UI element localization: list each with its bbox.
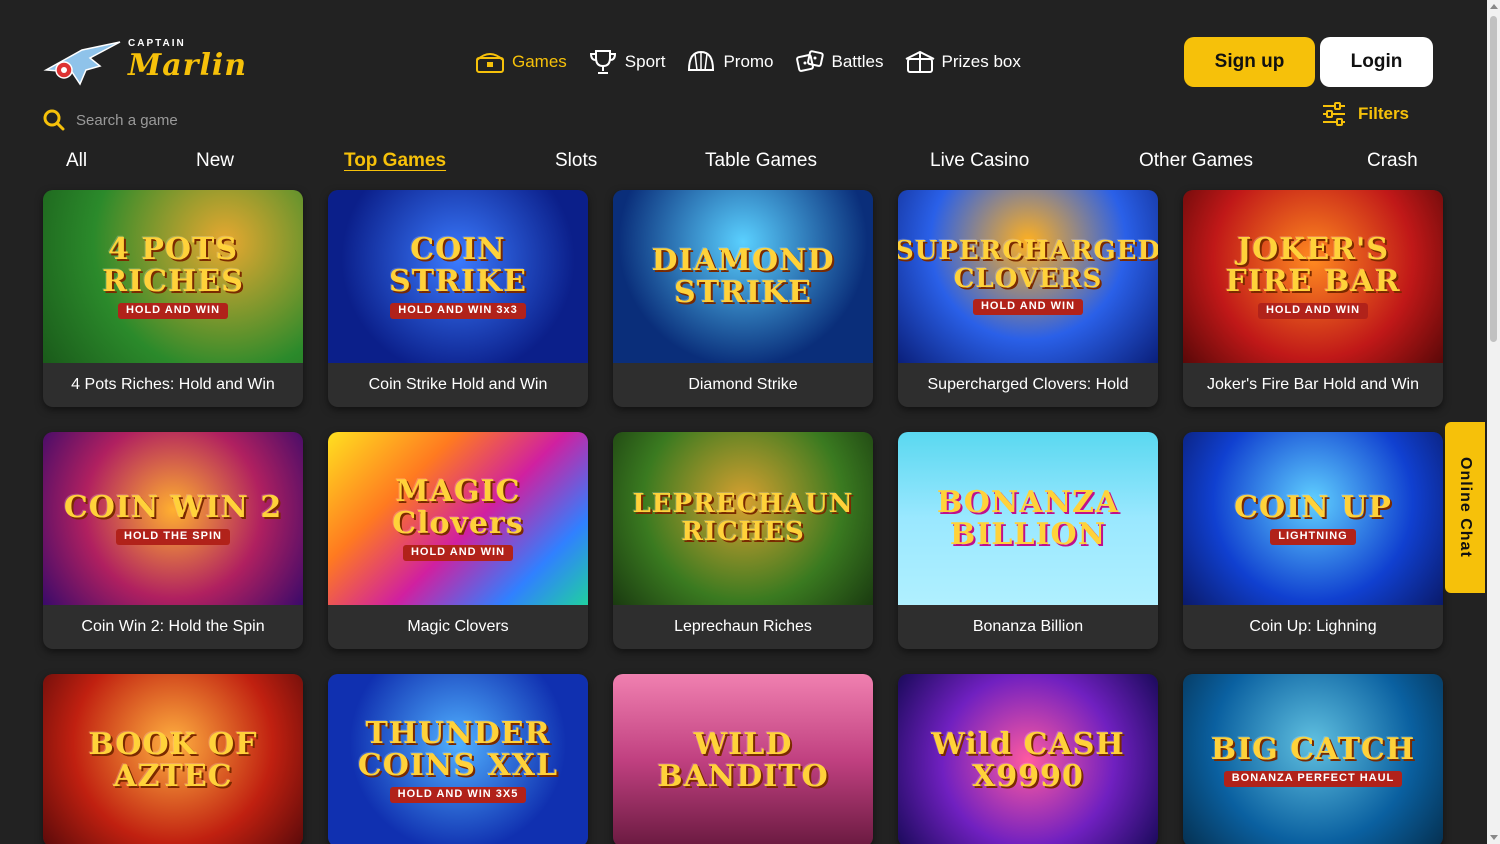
search-icon[interactable] [42, 108, 66, 132]
page-scrollbar[interactable] [1487, 0, 1500, 844]
treasure-chest-icon [476, 53, 504, 73]
game-card[interactable]: JOKER'S FIRE BAR HOLD AND WIN Joker's Fir… [1183, 190, 1443, 407]
tab-live-casino[interactable]: Live Casino [930, 150, 1029, 172]
game-card[interactable]: 4 POTS RICHES HOLD AND WIN 4 Pots Riches:… [43, 190, 303, 407]
game-thumbnail[interactable]: WILD BANDITO [613, 674, 873, 844]
game-thumbnail[interactable]: COIN WIN 2 HOLD THE SPIN [43, 432, 303, 605]
game-thumbnail[interactable]: COIN STRIKE HOLD AND WIN 3x3 [328, 190, 588, 363]
tab-other-games[interactable]: Other Games [1139, 150, 1253, 172]
game-card[interactable]: BONANZA BILLION Bonanza Billion [898, 432, 1158, 649]
game-art-text: COIN UP LIGHTNING [1220, 492, 1406, 546]
scrollbar-thumb[interactable] [1490, 16, 1497, 342]
logo-big-text: Marlin [128, 48, 248, 83]
nav-prizes-box-label: Prizes box [941, 52, 1021, 71]
game-art-text: THUNDER COINS XXL HOLD AND WIN 3X5 [328, 718, 588, 803]
game-art-text: COIN STRIKE HOLD AND WIN 3x3 [328, 234, 588, 319]
game-card[interactable]: MAGIC Clovers HOLD AND WIN Magic Clovers [328, 432, 588, 649]
game-title: Bonanza Billion [972, 618, 1084, 635]
search-bar [42, 105, 342, 135]
tab-new[interactable]: New [196, 150, 234, 172]
nav-promo-label: Promo [723, 52, 774, 71]
game-title: Supercharged Clovers: Hold [927, 376, 1129, 393]
search-input[interactable] [76, 111, 316, 129]
tab-crash[interactable]: Crash [1367, 150, 1418, 172]
game-art-text: LEPRECHAUN RICHES [632, 489, 854, 547]
game-art-text: MAGIC Clovers HOLD AND WIN [328, 476, 588, 561]
game-card[interactable]: LEPRECHAUN RICHES Leprechaun Riches [613, 432, 873, 649]
game-thumbnail[interactable]: BONANZA BILLION [898, 432, 1158, 605]
nav-battles[interactable]: Battles [794, 48, 884, 76]
game-art-text: BOOK OF AZTEC [88, 727, 258, 794]
game-title: Magic Clovers [407, 618, 509, 635]
tab-table-games[interactable]: Table Games [705, 150, 817, 172]
game-art-text: WILD BANDITO [657, 727, 829, 794]
game-card[interactable]: COIN WIN 2 HOLD THE SPIN Coin Win 2: Hold… [43, 432, 303, 649]
nav-battles-label: Battles [831, 52, 884, 71]
filters-button[interactable]: Filters [1320, 100, 1409, 128]
game-thumbnail[interactable]: MAGIC Clovers HOLD AND WIN [328, 432, 588, 605]
game-thumbnail[interactable]: COIN UP LIGHTNING [1183, 432, 1443, 605]
sliders-icon [1323, 102, 1345, 126]
game-card[interactable]: COIN STRIKE HOLD AND WIN 3x3 Coin Strike … [328, 190, 588, 407]
game-card[interactable]: BIG CATCH BONANZA PERFECT HAUL [1183, 674, 1443, 844]
scroll-up-arrow-icon[interactable] [1490, 4, 1498, 9]
game-title: Leprechaun Riches [674, 618, 812, 635]
category-tabs: All New Top Games Slots Table Games Live… [66, 150, 1436, 180]
game-thumbnail[interactable]: JOKER'S FIRE BAR HOLD AND WIN [1183, 190, 1443, 363]
game-art-text: JOKER'S FIRE BAR HOLD AND WIN [1183, 234, 1443, 319]
nav-games-label: Games [512, 52, 567, 71]
tab-top-games[interactable]: Top Games [344, 150, 446, 172]
game-title: Diamond Strike [688, 376, 798, 393]
game-card[interactable]: COIN UP LIGHTNING Coin Up: Lighning [1183, 432, 1443, 649]
game-thumbnail[interactable]: 4 POTS RICHES HOLD AND WIN [43, 190, 303, 363]
game-art-text: BONANZA BILLION [936, 485, 1120, 552]
dice-icon [795, 50, 824, 72]
game-thumbnail[interactable]: Wild CASH X9990 [898, 674, 1158, 844]
game-thumbnail[interactable]: LEPRECHAUN RICHES [613, 432, 873, 605]
game-art-text: COIN WIN 2 HOLD THE SPIN [50, 492, 296, 546]
scroll-down-arrow-icon[interactable] [1490, 835, 1498, 840]
nav-games[interactable]: Games [474, 48, 567, 76]
game-card[interactable]: DIAMOND STRIKE Diamond Strike [613, 190, 873, 407]
logo[interactable]: CAPTAIN Marlin [42, 34, 246, 92]
game-card[interactable]: WILD BANDITO [613, 674, 873, 844]
game-thumbnail[interactable]: THUNDER COINS XXL HOLD AND WIN 3X5 [328, 674, 588, 844]
gift-box-icon [905, 50, 934, 73]
trophy-icon [589, 50, 616, 74]
game-title: Coin Strike Hold and Win [368, 376, 548, 393]
game-card[interactable]: Wild CASH X9990 [898, 674, 1158, 844]
marlin-fish-icon [43, 41, 121, 86]
main-nav: Games Sport Promo Battles Prizes box [474, 44, 1021, 80]
signup-button[interactable]: Sign up [1184, 37, 1315, 87]
nav-prizes-box[interactable]: Prizes box [904, 48, 1021, 76]
game-thumbnail[interactable]: SUPERCHARGED CLOVERS HOLD AND WIN [898, 190, 1158, 363]
game-thumbnail[interactable]: BOOK OF AZTEC [43, 674, 303, 844]
nav-sport-label: Sport [624, 52, 666, 71]
game-card[interactable]: SUPERCHARGED CLOVERS HOLD AND WIN Superch… [898, 190, 1158, 407]
nav-sport[interactable]: Sport [587, 48, 666, 76]
game-card[interactable]: THUNDER COINS XXL HOLD AND WIN 3X5 [328, 674, 588, 844]
online-chat-button[interactable]: Online Chat [1445, 422, 1485, 593]
tab-all[interactable]: All [66, 150, 87, 172]
game-title: 4 Pots Riches: Hold and Win [71, 376, 275, 393]
game-card[interactable]: BOOK OF AZTEC [43, 674, 303, 844]
game-art-text: DIAMOND STRIKE [651, 243, 835, 310]
online-chat-label: Online Chat [1457, 457, 1474, 558]
game-art-text: 4 POTS RICHES HOLD AND WIN [43, 234, 303, 319]
game-title: Coin Win 2: Hold the Spin [81, 618, 265, 635]
game-title: Joker's Fire Bar Hold and Win [1206, 376, 1419, 393]
shell-icon [688, 50, 715, 71]
filters-label: Filters [1358, 104, 1410, 123]
nav-promo[interactable]: Promo [685, 48, 774, 76]
game-art-text: BIG CATCH BONANZA PERFECT HAUL [1197, 734, 1430, 788]
tab-slots[interactable]: Slots [555, 150, 597, 172]
game-art-text: SUPERCHARGED CLOVERS HOLD AND WIN [898, 238, 1158, 315]
login-button[interactable]: Login [1320, 37, 1433, 87]
game-art-text: Wild CASH X9990 [931, 727, 1125, 794]
game-title: Coin Up: Lighning [1249, 618, 1377, 635]
game-thumbnail[interactable]: BIG CATCH BONANZA PERFECT HAUL [1183, 674, 1443, 844]
game-thumbnail[interactable]: DIAMOND STRIKE [613, 190, 873, 363]
